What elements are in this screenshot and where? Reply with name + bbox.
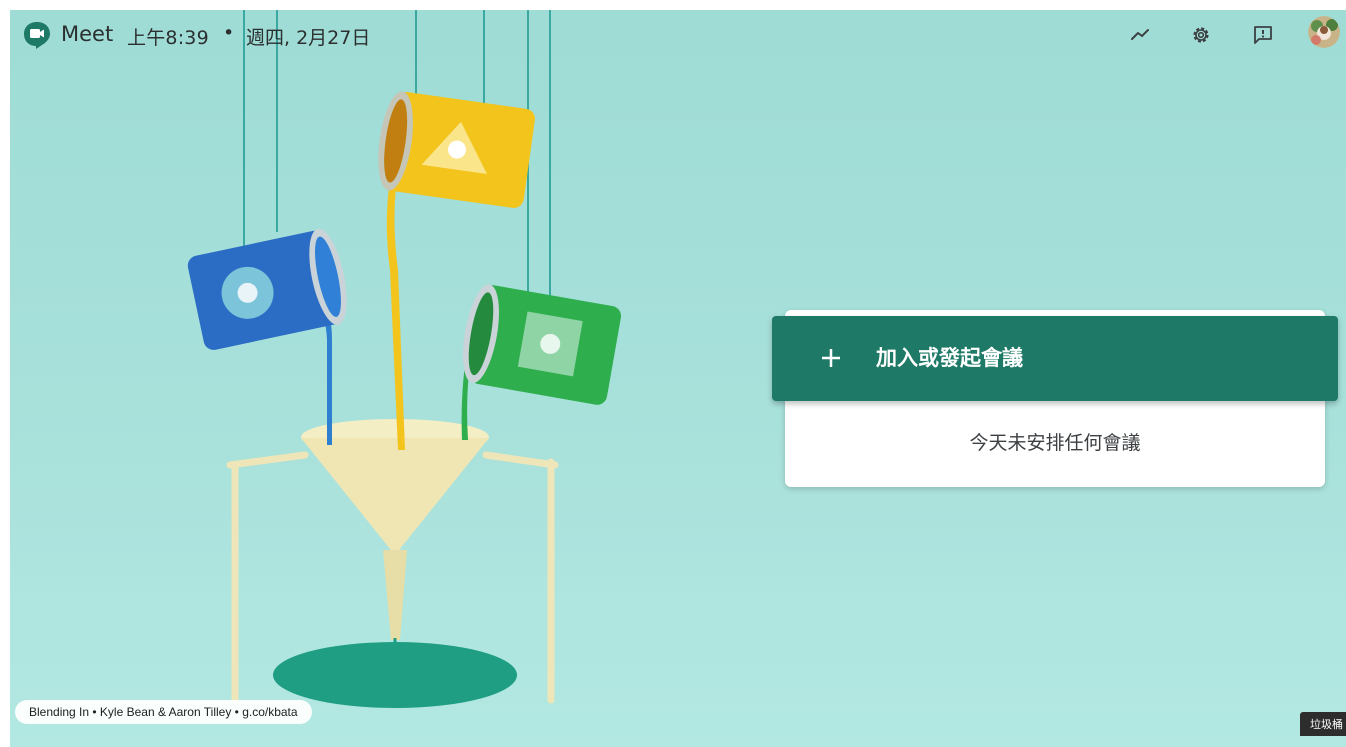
plus-icon bbox=[822, 349, 840, 367]
app-title: Meet bbox=[61, 22, 114, 46]
top-bar: Meet 上午8:39 • 週四, 2月27日 bbox=[10, 10, 1346, 60]
header-separator: • bbox=[223, 22, 235, 44]
join-or-start-meeting-button[interactable]: 加入或發起會議 bbox=[772, 316, 1338, 401]
meet-logo-icon[interactable] bbox=[22, 20, 52, 50]
avatar[interactable] bbox=[1308, 16, 1340, 48]
feedback-icon[interactable] bbox=[1249, 21, 1277, 49]
no-meetings-message: 今天未安排任何會議 bbox=[969, 432, 1141, 454]
artwork-credit-link[interactable]: Blending In • Kyle Bean & Aaron Tilley •… bbox=[15, 700, 312, 724]
current-time: 上午8:39 bbox=[127, 27, 209, 49]
current-date: 週四, 2月27日 bbox=[246, 27, 371, 49]
trending-icon[interactable] bbox=[1126, 21, 1154, 49]
trash-tooltip: 垃圾桶 bbox=[1300, 712, 1346, 736]
gear-icon[interactable] bbox=[1187, 21, 1215, 49]
join-button-label: 加入或發起會議 bbox=[876, 346, 1023, 370]
